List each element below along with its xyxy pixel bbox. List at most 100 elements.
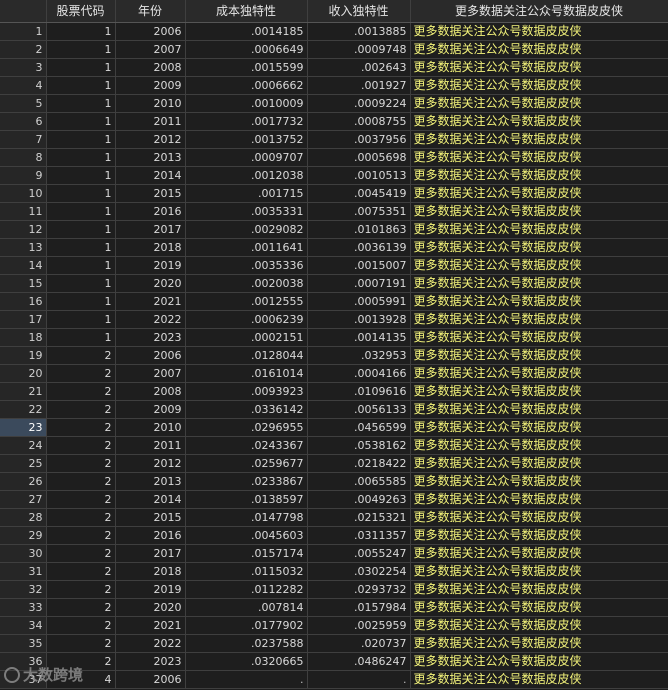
cost-uniqueness-cell[interactable]: .0015599 xyxy=(185,58,308,77)
stock-code-cell[interactable]: 1 xyxy=(46,256,116,275)
year-cell[interactable]: 2008 xyxy=(115,58,186,77)
stock-code-cell[interactable]: 2 xyxy=(46,526,116,545)
row-number[interactable]: 8 xyxy=(0,148,47,167)
stock-code-cell[interactable]: 1 xyxy=(46,184,116,203)
table-row[interactable]: 30 2 2017.0157174.0055247 更多数据关注公众号数据皮皮侠 xyxy=(0,544,668,563)
year-cell[interactable]: 2006 xyxy=(115,670,186,689)
note-cell[interactable]: 更多数据关注公众号数据皮皮侠 xyxy=(410,652,668,671)
revenue-uniqueness-cell[interactable]: .002643 xyxy=(307,58,411,77)
revenue-uniqueness-cell[interactable]: .0055247 xyxy=(307,544,411,563)
note-cell[interactable]: 更多数据关注公众号数据皮皮侠 xyxy=(410,598,668,617)
revenue-uniqueness-cell[interactable]: .0004166 xyxy=(307,364,411,383)
note-cell[interactable]: 更多数据关注公众号数据皮皮侠 xyxy=(410,220,668,239)
stock-code-cell[interactable]: 2 xyxy=(46,472,116,491)
year-cell[interactable]: 2023 xyxy=(115,328,186,347)
year-cell[interactable]: 2016 xyxy=(115,526,186,545)
row-number[interactable]: 18 xyxy=(0,328,47,347)
note-cell[interactable]: 更多数据关注公众号数据皮皮侠 xyxy=(410,238,668,257)
stock-code-cell[interactable]: 1 xyxy=(46,148,116,167)
revenue-uniqueness-cell[interactable]: .0293732 xyxy=(307,580,411,599)
note-cell[interactable]: 更多数据关注公众号数据皮皮侠 xyxy=(410,112,668,131)
cost-uniqueness-cell[interactable]: .0009707 xyxy=(185,148,308,167)
table-row[interactable]: 36 2 2023.0320665.0486247 更多数据关注公众号数据皮皮侠 xyxy=(0,652,668,671)
year-cell[interactable]: 2018 xyxy=(115,238,186,257)
year-cell[interactable]: 2006 xyxy=(115,22,186,41)
revenue-uniqueness-cell[interactable]: .0013885 xyxy=(307,22,411,41)
cost-uniqueness-cell[interactable]: .0012038 xyxy=(185,166,308,185)
column-header-year[interactable]: 年份 xyxy=(115,0,186,23)
revenue-uniqueness-cell[interactable]: .001927 xyxy=(307,76,411,95)
cost-uniqueness-cell[interactable]: . xyxy=(185,670,308,689)
cost-uniqueness-cell[interactable]: .0010009 xyxy=(185,94,308,113)
note-cell[interactable]: 更多数据关注公众号数据皮皮侠 xyxy=(410,616,668,635)
year-cell[interactable]: 2007 xyxy=(115,364,186,383)
revenue-uniqueness-cell[interactable]: .0065585 xyxy=(307,472,411,491)
revenue-uniqueness-cell[interactable]: .0008755 xyxy=(307,112,411,131)
table-row[interactable]: 37 4 2006.. 更多数据关注公众号数据皮皮侠 xyxy=(0,670,668,689)
year-cell[interactable]: 2014 xyxy=(115,166,186,185)
column-header-stock-code[interactable]: 股票代码 xyxy=(46,0,116,23)
stock-code-cell[interactable]: 1 xyxy=(46,202,116,221)
table-row[interactable]: 8 1 2013.0009707.0005698 更多数据关注公众号数据皮皮侠 xyxy=(0,148,668,167)
table-row[interactable]: 31 2 2018.0115032.0302254 更多数据关注公众号数据皮皮侠 xyxy=(0,562,668,581)
year-cell[interactable]: 2020 xyxy=(115,274,186,293)
revenue-uniqueness-cell[interactable]: .0009224 xyxy=(307,94,411,113)
revenue-uniqueness-cell[interactable]: .0486247 xyxy=(307,652,411,671)
note-cell[interactable]: 更多数据关注公众号数据皮皮侠 xyxy=(410,256,668,275)
cost-uniqueness-cell[interactable]: .0177902 xyxy=(185,616,308,635)
year-cell[interactable]: 2010 xyxy=(115,94,186,113)
year-cell[interactable]: 2019 xyxy=(115,580,186,599)
table-row[interactable]: 34 2 2021.0177902.0025959 更多数据关注公众号数据皮皮侠 xyxy=(0,616,668,635)
column-header-note[interactable]: 更多数据关注公众号数据皮皮侠 xyxy=(410,0,668,23)
column-header-cost-uniqueness[interactable]: 成本独特性 xyxy=(185,0,308,23)
revenue-uniqueness-cell[interactable]: .0218422 xyxy=(307,454,411,473)
table-row[interactable]: 14 1 2019.0035336.0015007 更多数据关注公众号数据皮皮侠 xyxy=(0,256,668,275)
stock-code-cell[interactable]: 2 xyxy=(46,580,116,599)
note-cell[interactable]: 更多数据关注公众号数据皮皮侠 xyxy=(410,400,668,419)
row-number[interactable]: 19 xyxy=(0,346,47,365)
table-row[interactable]: 27 2 2014.0138597.0049263 更多数据关注公众号数据皮皮侠 xyxy=(0,490,668,509)
revenue-uniqueness-cell[interactable]: .0302254 xyxy=(307,562,411,581)
note-cell[interactable]: 更多数据关注公众号数据皮皮侠 xyxy=(410,292,668,311)
row-number[interactable]: 5 xyxy=(0,94,47,113)
table-row[interactable]: 5 1 2010.0010009.0009224 更多数据关注公众号数据皮皮侠 xyxy=(0,94,668,113)
column-header-rownum[interactable] xyxy=(0,0,47,23)
revenue-uniqueness-cell[interactable]: .0049263 xyxy=(307,490,411,509)
stock-code-cell[interactable]: 2 xyxy=(46,400,116,419)
data-grid[interactable]: 股票代码 年份 成本独特性 收入独特性 更多数据关注公众号数据皮皮侠 1 1 200… xyxy=(0,0,668,689)
note-cell[interactable]: 更多数据关注公众号数据皮皮侠 xyxy=(410,472,668,491)
note-cell[interactable]: 更多数据关注公众号数据皮皮侠 xyxy=(410,328,668,347)
stock-code-cell[interactable]: 2 xyxy=(46,454,116,473)
cost-uniqueness-cell[interactable]: .0336142 xyxy=(185,400,308,419)
stock-code-cell[interactable]: 2 xyxy=(46,652,116,671)
note-cell[interactable]: 更多数据关注公众号数据皮皮侠 xyxy=(410,274,668,293)
table-row[interactable]: 18 1 2023.0002151.0014135 更多数据关注公众号数据皮皮侠 xyxy=(0,328,668,347)
cost-uniqueness-cell[interactable]: .0002151 xyxy=(185,328,308,347)
revenue-uniqueness-cell[interactable]: .0005698 xyxy=(307,148,411,167)
table-row[interactable]: 17 1 2022.0006239.0013928 更多数据关注公众号数据皮皮侠 xyxy=(0,310,668,329)
revenue-uniqueness-cell[interactable]: . xyxy=(307,670,411,689)
year-cell[interactable]: 2008 xyxy=(115,382,186,401)
row-number[interactable]: 36 xyxy=(0,652,47,671)
row-number[interactable]: 7 xyxy=(0,130,47,149)
year-cell[interactable]: 2014 xyxy=(115,490,186,509)
cost-uniqueness-cell[interactable]: .0233867 xyxy=(185,472,308,491)
year-cell[interactable]: 2020 xyxy=(115,598,186,617)
year-cell[interactable]: 2011 xyxy=(115,436,186,455)
note-cell[interactable]: 更多数据关注公众号数据皮皮侠 xyxy=(410,310,668,329)
cost-uniqueness-cell[interactable]: .0029082 xyxy=(185,220,308,239)
revenue-uniqueness-cell[interactable]: .0456599 xyxy=(307,418,411,437)
table-row[interactable]: 13 1 2018.0011641.0036139 更多数据关注公众号数据皮皮侠 xyxy=(0,238,668,257)
note-cell[interactable]: 更多数据关注公众号数据皮皮侠 xyxy=(410,76,668,95)
note-cell[interactable]: 更多数据关注公众号数据皮皮侠 xyxy=(410,670,668,689)
row-number[interactable]: 13 xyxy=(0,238,47,257)
stock-code-cell[interactable]: 2 xyxy=(46,616,116,635)
table-row[interactable]: 26 2 2013.0233867.0065585 更多数据关注公众号数据皮皮侠 xyxy=(0,472,668,491)
note-cell[interactable]: 更多数据关注公众号数据皮皮侠 xyxy=(410,94,668,113)
note-cell[interactable]: 更多数据关注公众号数据皮皮侠 xyxy=(410,508,668,527)
table-row[interactable]: 11 1 2016.0035331.0075351 更多数据关注公众号数据皮皮侠 xyxy=(0,202,668,221)
table-row[interactable]: 24 2 2011.0243367.0538162 更多数据关注公众号数据皮皮侠 xyxy=(0,436,668,455)
cost-uniqueness-cell[interactable]: .0035331 xyxy=(185,202,308,221)
revenue-uniqueness-cell[interactable]: .0037956 xyxy=(307,130,411,149)
cost-uniqueness-cell[interactable]: .0014185 xyxy=(185,22,308,41)
